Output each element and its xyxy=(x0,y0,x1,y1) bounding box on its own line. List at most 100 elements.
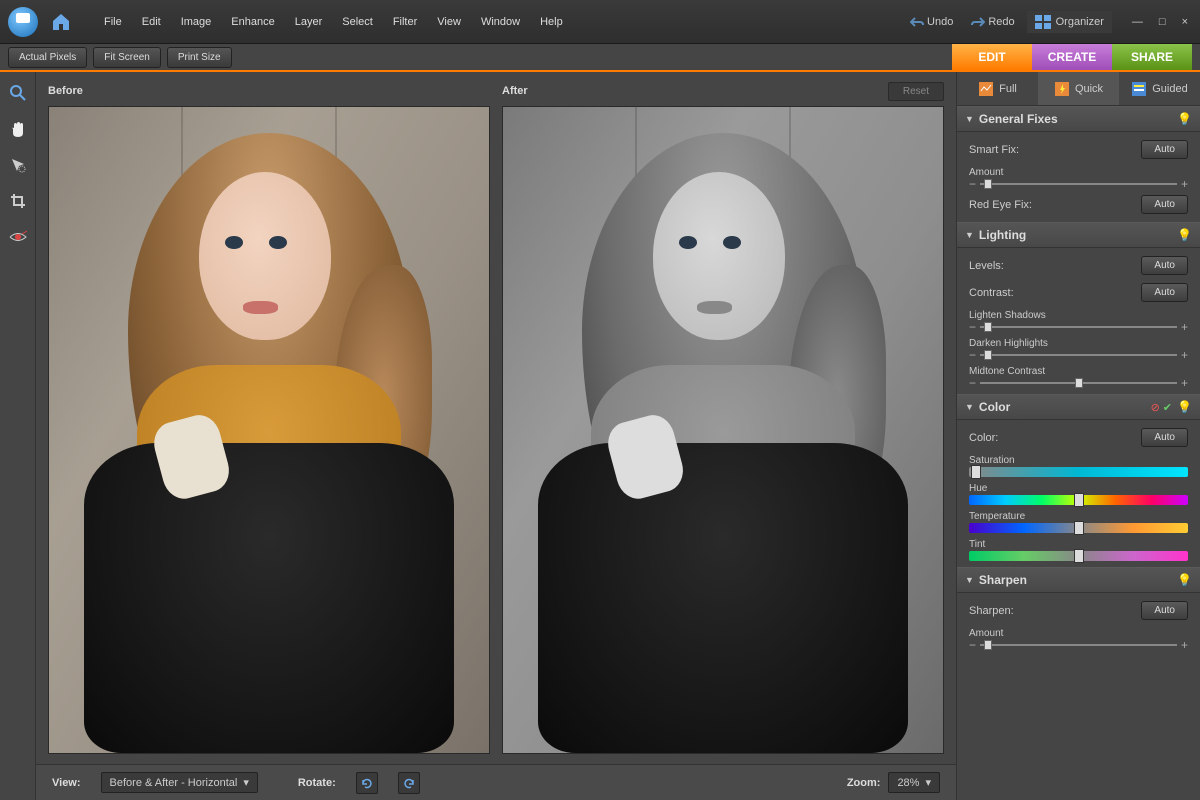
right-panel: Full Quick Guided ▼ General Fixes 💡 Smar… xyxy=(956,72,1200,800)
rotate-cw-button[interactable] xyxy=(398,772,420,794)
amount-label: Amount xyxy=(969,167,1188,178)
before-image[interactable] xyxy=(48,106,490,754)
actual-pixels-button[interactable]: Actual Pixels xyxy=(8,47,87,68)
options-bar: Actual Pixels Fit Screen Print Size EDIT… xyxy=(0,44,1200,72)
hue-slider[interactable] xyxy=(969,497,1188,503)
darken-highlights-slider[interactable]: −+ xyxy=(969,352,1188,358)
menu-select[interactable]: Select xyxy=(332,10,383,34)
reset-button[interactable]: Reset xyxy=(888,82,944,101)
zoom-select[interactable]: 28% ▾ xyxy=(888,772,940,793)
mode-tabs: Full Quick Guided xyxy=(957,72,1200,106)
redeye-tool[interactable] xyxy=(5,224,31,250)
quick-icon xyxy=(1054,81,1070,97)
rotate-ccw-button[interactable] xyxy=(356,772,378,794)
maximize-button[interactable]: □ xyxy=(1155,14,1170,30)
tool-strip xyxy=(0,72,36,800)
section-color[interactable]: ▼ Color ⊘ ✔ 💡 xyxy=(957,394,1200,420)
mode-tab-quick[interactable]: Quick xyxy=(1038,72,1119,105)
zoom-value: 28% xyxy=(897,777,919,789)
color-auto-button[interactable]: Auto xyxy=(1141,428,1188,447)
triangle-down-icon: ▼ xyxy=(965,402,974,412)
bulb-icon[interactable]: 💡 xyxy=(1177,228,1192,242)
menu-image[interactable]: Image xyxy=(171,10,222,34)
undo-button[interactable]: Undo xyxy=(904,12,959,32)
menu-filter[interactable]: Filter xyxy=(383,10,427,34)
menu-edit[interactable]: Edit xyxy=(132,10,171,34)
organizer-label: Organizer xyxy=(1056,16,1104,28)
lighten-shadows-slider[interactable]: −+ xyxy=(969,324,1188,330)
section-lighting[interactable]: ▼ Lighting 💡 xyxy=(957,222,1200,248)
zoom-tool[interactable] xyxy=(5,80,31,106)
cancel-icon[interactable]: ⊘ xyxy=(1151,401,1160,414)
before-label: Before xyxy=(48,85,83,97)
section-sharpen[interactable]: ▼ Sharpen 💡 xyxy=(957,567,1200,593)
bulb-icon[interactable]: 💡 xyxy=(1177,573,1192,587)
mode-tab-full[interactable]: Full xyxy=(957,72,1038,105)
contrast-auto-button[interactable]: Auto xyxy=(1141,283,1188,302)
saturation-slider[interactable] xyxy=(969,469,1188,475)
print-size-button[interactable]: Print Size xyxy=(167,47,232,68)
sharpen-auto-button[interactable]: Auto xyxy=(1141,601,1188,620)
guided-icon xyxy=(1131,81,1147,97)
menu-enhance[interactable]: Enhance xyxy=(221,10,284,34)
workspace-tabs: EDIT CREATE SHARE xyxy=(952,44,1192,70)
zoom-label: Zoom: xyxy=(847,777,881,789)
view-value: Before & After - Horizontal xyxy=(110,777,238,789)
mode-tab-guided[interactable]: Guided xyxy=(1119,72,1200,105)
app-logo-icon xyxy=(8,7,38,37)
bottom-bar: View: Before & After - Horizontal ▾ Rota… xyxy=(36,764,956,800)
triangle-down-icon: ▼ xyxy=(965,114,974,124)
minimize-button[interactable]: — xyxy=(1128,14,1147,30)
red-eye-auto-button[interactable]: Auto xyxy=(1141,195,1188,214)
sharpen-amount-slider[interactable]: −+ xyxy=(969,642,1188,648)
home-icon[interactable] xyxy=(48,9,74,35)
smart-fix-auto-button[interactable]: Auto xyxy=(1141,140,1188,159)
menu-window[interactable]: Window xyxy=(471,10,530,34)
tab-create[interactable]: CREATE xyxy=(1032,44,1112,70)
menu-layer[interactable]: Layer xyxy=(285,10,333,34)
after-image[interactable] xyxy=(502,106,944,754)
levels-auto-button[interactable]: Auto xyxy=(1141,256,1188,275)
menu-view[interactable]: View xyxy=(427,10,471,34)
redo-label: Redo xyxy=(988,16,1014,28)
full-icon xyxy=(978,81,994,97)
redo-button[interactable]: Redo xyxy=(965,12,1020,32)
after-panel: After Reset xyxy=(502,82,944,754)
after-label: After xyxy=(502,85,528,97)
bulb-icon[interactable]: 💡 xyxy=(1177,112,1192,126)
close-button[interactable]: × xyxy=(1178,14,1192,30)
menu-help[interactable]: Help xyxy=(530,10,573,34)
fit-screen-button[interactable]: Fit Screen xyxy=(93,47,161,68)
smart-fix-amount-slider[interactable]: − + xyxy=(969,181,1188,187)
undo-label: Undo xyxy=(927,16,953,28)
chevron-down-icon: ▾ xyxy=(243,776,249,789)
levels-label: Levels: xyxy=(969,260,1004,272)
triangle-down-icon: ▼ xyxy=(965,575,974,585)
bulb-icon[interactable]: 💡 xyxy=(1177,400,1192,414)
main-area: Before After Reset xyxy=(0,72,1200,800)
midtone-contrast-slider[interactable]: −+ xyxy=(969,380,1188,386)
red-eye-label: Red Eye Fix: xyxy=(969,199,1032,211)
tint-slider[interactable] xyxy=(969,553,1188,559)
tab-edit[interactable]: EDIT xyxy=(952,44,1032,70)
menubar: File Edit Image Enhance Layer Select Fil… xyxy=(0,0,1200,44)
contrast-label: Contrast: xyxy=(969,287,1014,299)
triangle-down-icon: ▼ xyxy=(965,230,974,240)
chevron-down-icon: ▾ xyxy=(925,776,931,789)
view-label: View: xyxy=(52,777,81,789)
organizer-button[interactable]: Organizer xyxy=(1027,11,1112,33)
temperature-slider[interactable] xyxy=(969,525,1188,531)
before-panel: Before xyxy=(48,82,490,754)
rotate-label: Rotate: xyxy=(298,777,336,789)
window-controls: — □ × xyxy=(1128,14,1192,30)
hand-tool[interactable] xyxy=(5,116,31,142)
tab-share[interactable]: SHARE xyxy=(1112,44,1192,70)
crop-tool[interactable] xyxy=(5,188,31,214)
view-select[interactable]: Before & After - Horizontal ▾ xyxy=(101,772,258,793)
commit-icon[interactable]: ✔ xyxy=(1163,401,1172,414)
canvas-area: Before After Reset xyxy=(36,72,956,800)
menu-file[interactable]: File xyxy=(94,10,132,34)
quick-select-tool[interactable] xyxy=(5,152,31,178)
section-general-fixes[interactable]: ▼ General Fixes 💡 xyxy=(957,106,1200,132)
organizer-icon xyxy=(1035,15,1051,29)
